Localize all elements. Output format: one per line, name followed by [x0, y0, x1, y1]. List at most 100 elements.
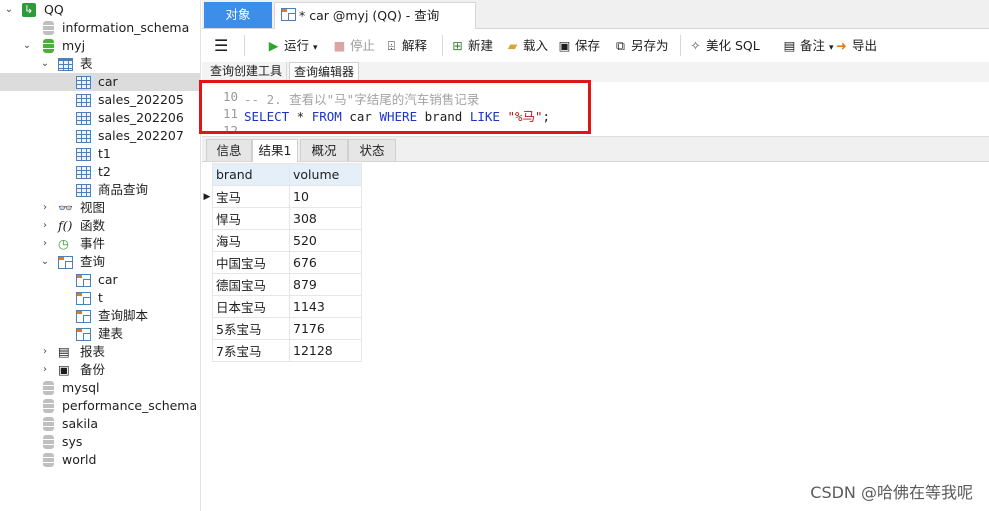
cell-brand[interactable]: 德国宝马: [212, 273, 290, 296]
tree-group-tables[interactable]: ⌄ 表: [0, 55, 200, 73]
stop-button[interactable]: ■ 停止: [332, 29, 375, 62]
table-row[interactable]: 5系宝马 7176: [202, 317, 362, 340]
tree-group-reports[interactable]: › ▤ 报表: [0, 343, 200, 361]
tab-objects[interactable]: 对象: [204, 2, 272, 28]
tab-profile[interactable]: 概况: [300, 139, 348, 161]
tree-table-sales-202205[interactable]: sales_202205: [0, 91, 200, 109]
column-header-brand[interactable]: brand: [212, 163, 290, 186]
table-icon: [76, 184, 91, 197]
tree-db-mysql[interactable]: mysql: [0, 379, 200, 397]
table-row[interactable]: 日本宝马 1143: [202, 295, 362, 318]
chevron-right-icon[interactable]: ›: [40, 343, 50, 361]
tree-db-sakila[interactable]: sakila: [0, 415, 200, 433]
chevron-down-icon[interactable]: ▾: [313, 43, 318, 53]
cell-brand[interactable]: 中国宝马: [212, 251, 290, 274]
stop-label: 停止: [350, 38, 376, 53]
new-button[interactable]: ⊞ 新建: [450, 29, 493, 62]
export-icon: ➜: [836, 38, 847, 53]
cell-volume[interactable]: 12128: [289, 339, 362, 362]
tab-query-car[interactable]: * car @myj (QQ) - 查询: [274, 2, 476, 29]
comment-button[interactable]: ▤ 备注 ▾: [782, 29, 834, 62]
tab-status[interactable]: 状态: [348, 139, 396, 161]
cell-volume[interactable]: 308: [289, 207, 362, 230]
cell-volume[interactable]: 676: [289, 251, 362, 274]
menu-icon[interactable]: ☰: [214, 29, 228, 62]
sql-editor[interactable]: 10 -- 2. 查看以"马"字结尾的汽车销售记录 11 SELECT * FR…: [202, 82, 989, 134]
chevron-right-icon[interactable]: ›: [40, 217, 50, 235]
tree-group-views[interactable]: › 👓 视图: [0, 199, 200, 217]
sql-text: *: [289, 109, 312, 124]
tree-label: 商品查询: [98, 182, 149, 197]
tree-table-sales-202206[interactable]: sales_202206: [0, 109, 200, 127]
chevron-right-icon[interactable]: ›: [40, 199, 50, 217]
chevron-right-icon[interactable]: ›: [40, 235, 50, 253]
tree-label: t1: [98, 146, 111, 161]
chevron-down-icon[interactable]: ▾: [829, 43, 834, 53]
save-as-button[interactable]: ⧉ 另存为: [613, 29, 668, 62]
run-button[interactable]: ▶ 运行 ▾: [266, 29, 318, 62]
tree-table-product-query[interactable]: 商品查询: [0, 181, 200, 199]
chevron-down-icon[interactable]: ⌄: [40, 55, 50, 73]
table-icon: [76, 148, 91, 161]
cell-brand[interactable]: 海马: [212, 229, 290, 252]
tree-db-performance-schema[interactable]: performance_schema: [0, 397, 200, 415]
table-row[interactable]: ▶ 宝马 10: [202, 185, 362, 208]
cell-volume[interactable]: 1143: [289, 295, 362, 318]
cell-brand[interactable]: 悍马: [212, 207, 290, 230]
run-label: 运行: [284, 38, 310, 53]
cell-volume[interactable]: 10: [289, 185, 362, 208]
cell-brand[interactable]: 7系宝马: [212, 339, 290, 362]
tree-db-sys[interactable]: sys: [0, 433, 200, 451]
chevron-down-icon[interactable]: ⌄: [22, 37, 32, 55]
tree-db-information-schema[interactable]: information_schema: [0, 19, 200, 37]
cell-volume[interactable]: 520: [289, 229, 362, 252]
save-label: 保存: [575, 38, 601, 53]
tree-query-script[interactable]: 查询脚本: [0, 307, 200, 325]
tree-group-backups[interactable]: › ▣ 备份: [0, 361, 200, 379]
save-icon: ▣: [558, 38, 571, 53]
cell-brand[interactable]: 日本宝马: [212, 295, 290, 318]
chevron-down-icon[interactable]: ⌄: [40, 253, 50, 271]
tree-group-functions[interactable]: › f() 函数: [0, 217, 200, 235]
tab-info[interactable]: 信息: [206, 139, 252, 161]
export-button[interactable]: ➜ 导出: [834, 29, 877, 62]
table-row[interactable]: 中国宝马 676: [202, 251, 362, 274]
load-button[interactable]: ▰ 载入: [505, 29, 548, 62]
tree-table-sales-202207[interactable]: sales_202207: [0, 127, 200, 145]
tree-db-world[interactable]: world: [0, 451, 200, 469]
tree-db-myj[interactable]: ⌄ myj: [0, 37, 200, 55]
connection-icon: [22, 1, 36, 19]
save-button[interactable]: ▣ 保存: [557, 29, 600, 62]
tree-label: performance_schema: [62, 398, 198, 413]
tree-group-queries[interactable]: ⌄ 查询: [0, 253, 200, 271]
tree-query-create-table[interactable]: 建表: [0, 325, 200, 343]
chevron-down-icon[interactable]: ⌄: [4, 1, 14, 19]
table-row[interactable]: 海马 520: [202, 229, 362, 252]
cell-volume[interactable]: 879: [289, 273, 362, 296]
cell-brand[interactable]: 宝马: [212, 185, 290, 208]
tree-query-car[interactable]: car: [0, 271, 200, 289]
tree-query-t[interactable]: t: [0, 289, 200, 307]
tab-query-editor[interactable]: 查询编辑器: [289, 62, 360, 82]
beautify-sql-button[interactable]: ✧ 美化 SQL: [688, 29, 759, 62]
tree-group-events[interactable]: › ◷ 事件: [0, 235, 200, 253]
tab-result-1[interactable]: 结果1: [252, 139, 298, 162]
explain-button[interactable]: ⌹ 解释: [384, 29, 427, 62]
tree-table-t1[interactable]: t1: [0, 145, 200, 163]
table-row[interactable]: 德国宝马 879: [202, 273, 362, 296]
table-row[interactable]: 7系宝马 12128: [202, 339, 362, 362]
tree-label: 表: [80, 56, 93, 71]
tree-table-car[interactable]: car: [0, 73, 200, 91]
table-row[interactable]: 悍马 308: [202, 207, 362, 230]
cell-brand[interactable]: 5系宝马: [212, 317, 290, 340]
column-header-volume[interactable]: volume: [289, 163, 362, 186]
cell-volume[interactable]: 7176: [289, 317, 362, 340]
tab-query-builder[interactable]: 查询创建工具: [206, 62, 288, 81]
tree-table-t2[interactable]: t2: [0, 163, 200, 181]
chevron-right-icon[interactable]: ›: [40, 361, 50, 379]
tree-label: QQ: [44, 2, 64, 17]
export-label: 导出: [852, 38, 878, 53]
tree-connection-qq[interactable]: ⌄ QQ: [0, 1, 200, 19]
result-tabs: 信息 结果1 概况 状态: [202, 136, 989, 162]
row-marker: [202, 295, 213, 318]
